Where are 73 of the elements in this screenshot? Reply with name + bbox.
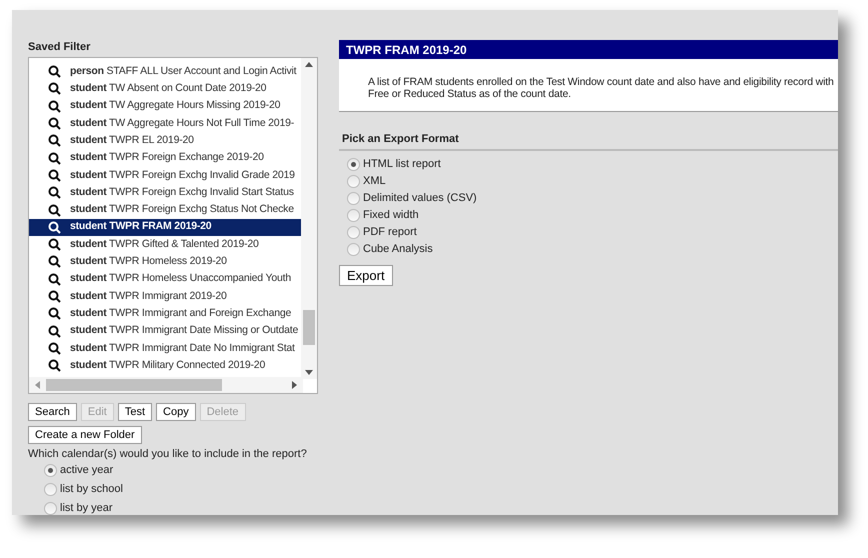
radio-label: XML [363,175,386,188]
search-icon [48,152,61,165]
filter-name: student TWPR Homeless 2019-20 [70,254,227,270]
radio-button[interactable] [347,192,360,205]
scroll-thumb[interactable] [303,310,315,345]
radio-button[interactable] [347,175,360,188]
search-icon [48,117,61,130]
export-heading: Pick an Export Format [339,132,838,151]
radio-button[interactable] [347,158,360,171]
horizontal-scrollbar[interactable] [29,377,303,394]
search-icon [48,204,61,217]
filter-name: student TW Aggregate Hours Missing 2019-20 [70,98,280,114]
section-label: Saved Filter [28,40,92,54]
filter-name: student TWPR Gifted & Talented 2019-20 [70,236,259,252]
radio-button[interactable] [347,226,360,239]
scroll-left-icon[interactable] [35,381,40,390]
search-icon [48,100,61,113]
action-button[interactable]: Copy [156,403,196,422]
scroll-down-icon[interactable] [305,370,313,375]
search-icon [48,168,61,182]
create-folder-button[interactable]: Create a new Folder [28,426,142,444]
radio-label: Fixed width [363,209,419,222]
radio-label: list by year [60,502,113,515]
filter-name: student TWPR Homeless Unaccompanied Youth [70,271,291,286]
filter-name: student TWPR Foreign Exchange 2019-20 [70,150,264,166]
search-icon [48,134,61,148]
search-icon [48,255,61,268]
filter-name: student TWPR Immigrant Date Missing or Outdate [70,323,298,338]
filter-name: student TWPR Immigrant 2019-20 [70,288,227,304]
filter-name: student TWPR EL 2019-20 [70,132,194,148]
filter-name: student TWPR Foreign Exchg Status Not Checke [70,202,294,218]
radio-button[interactable] [347,209,360,222]
filter-name: person STAFF ALL User Account and Login Activit [70,64,296,79]
search-icon [48,342,61,355]
radio-label: list by school [60,483,123,496]
filter-name: student TWPR FRAM 2019-20 [70,219,212,234]
report-title-bar: TWPR FRAM 2019-20 [339,40,838,59]
filter-name: student TW Aggregate Hours Not Full Time 2019- [70,116,294,131]
filter-name: student TW Absent on Count Date 2019-20 [70,81,266,96]
vertical-scrollbar[interactable] [301,58,317,379]
filter-name: student TWPR Military Connected 2019-20 [70,358,266,373]
radio-button[interactable] [44,483,57,496]
export-button[interactable]: Export [339,265,393,286]
search-icon [48,220,61,234]
radio-label: active year [60,464,114,477]
radio-button[interactable] [44,464,57,477]
search-icon [48,238,61,252]
filter-name: student TWPR Foreign Exchg Invalid Grade 2019 [70,168,295,183]
radio-button[interactable] [44,502,57,515]
search-icon [48,324,61,338]
radio-button[interactable] [347,243,360,256]
search-icon [48,186,61,200]
action-button[interactable]: Test [118,403,152,422]
filter-name: student TWPR Immigrant Date No Immigrant Stat [70,340,295,356]
search-icon [48,307,61,320]
search-icon [48,359,61,372]
radio-label: HTML list report [363,158,441,171]
filter-name: student TWPR Foreign Exchg Invalid Start Status [70,184,294,200]
scroll-thumb[interactable] [46,379,222,392]
action-button[interactable]: Search [28,403,77,422]
search-icon [48,65,61,78]
search-icon [48,82,61,96]
search-icon [48,290,61,303]
scroll-up-icon[interactable] [305,62,313,67]
filter-name: student TWPR Immigrant and Foreign Exchange [70,306,292,321]
filter-item[interactable]: student TWPR FRAM 2019-20 [29,218,303,236]
radio-label: Cube Analysis [363,243,433,256]
radio-label: Delimited values (CSV) [363,192,477,205]
scroll-right-icon[interactable] [292,381,297,390]
calendar-question: Which calendar(s) would you like to include in the report? [28,447,308,461]
radio-label: PDF report [363,226,417,239]
search-icon [48,272,61,286]
report-description: A list of FRAM students enrolled on the Test Window count date and also have and eligibility record with Free or Reduced Status as of the count date. [339,59,838,112]
